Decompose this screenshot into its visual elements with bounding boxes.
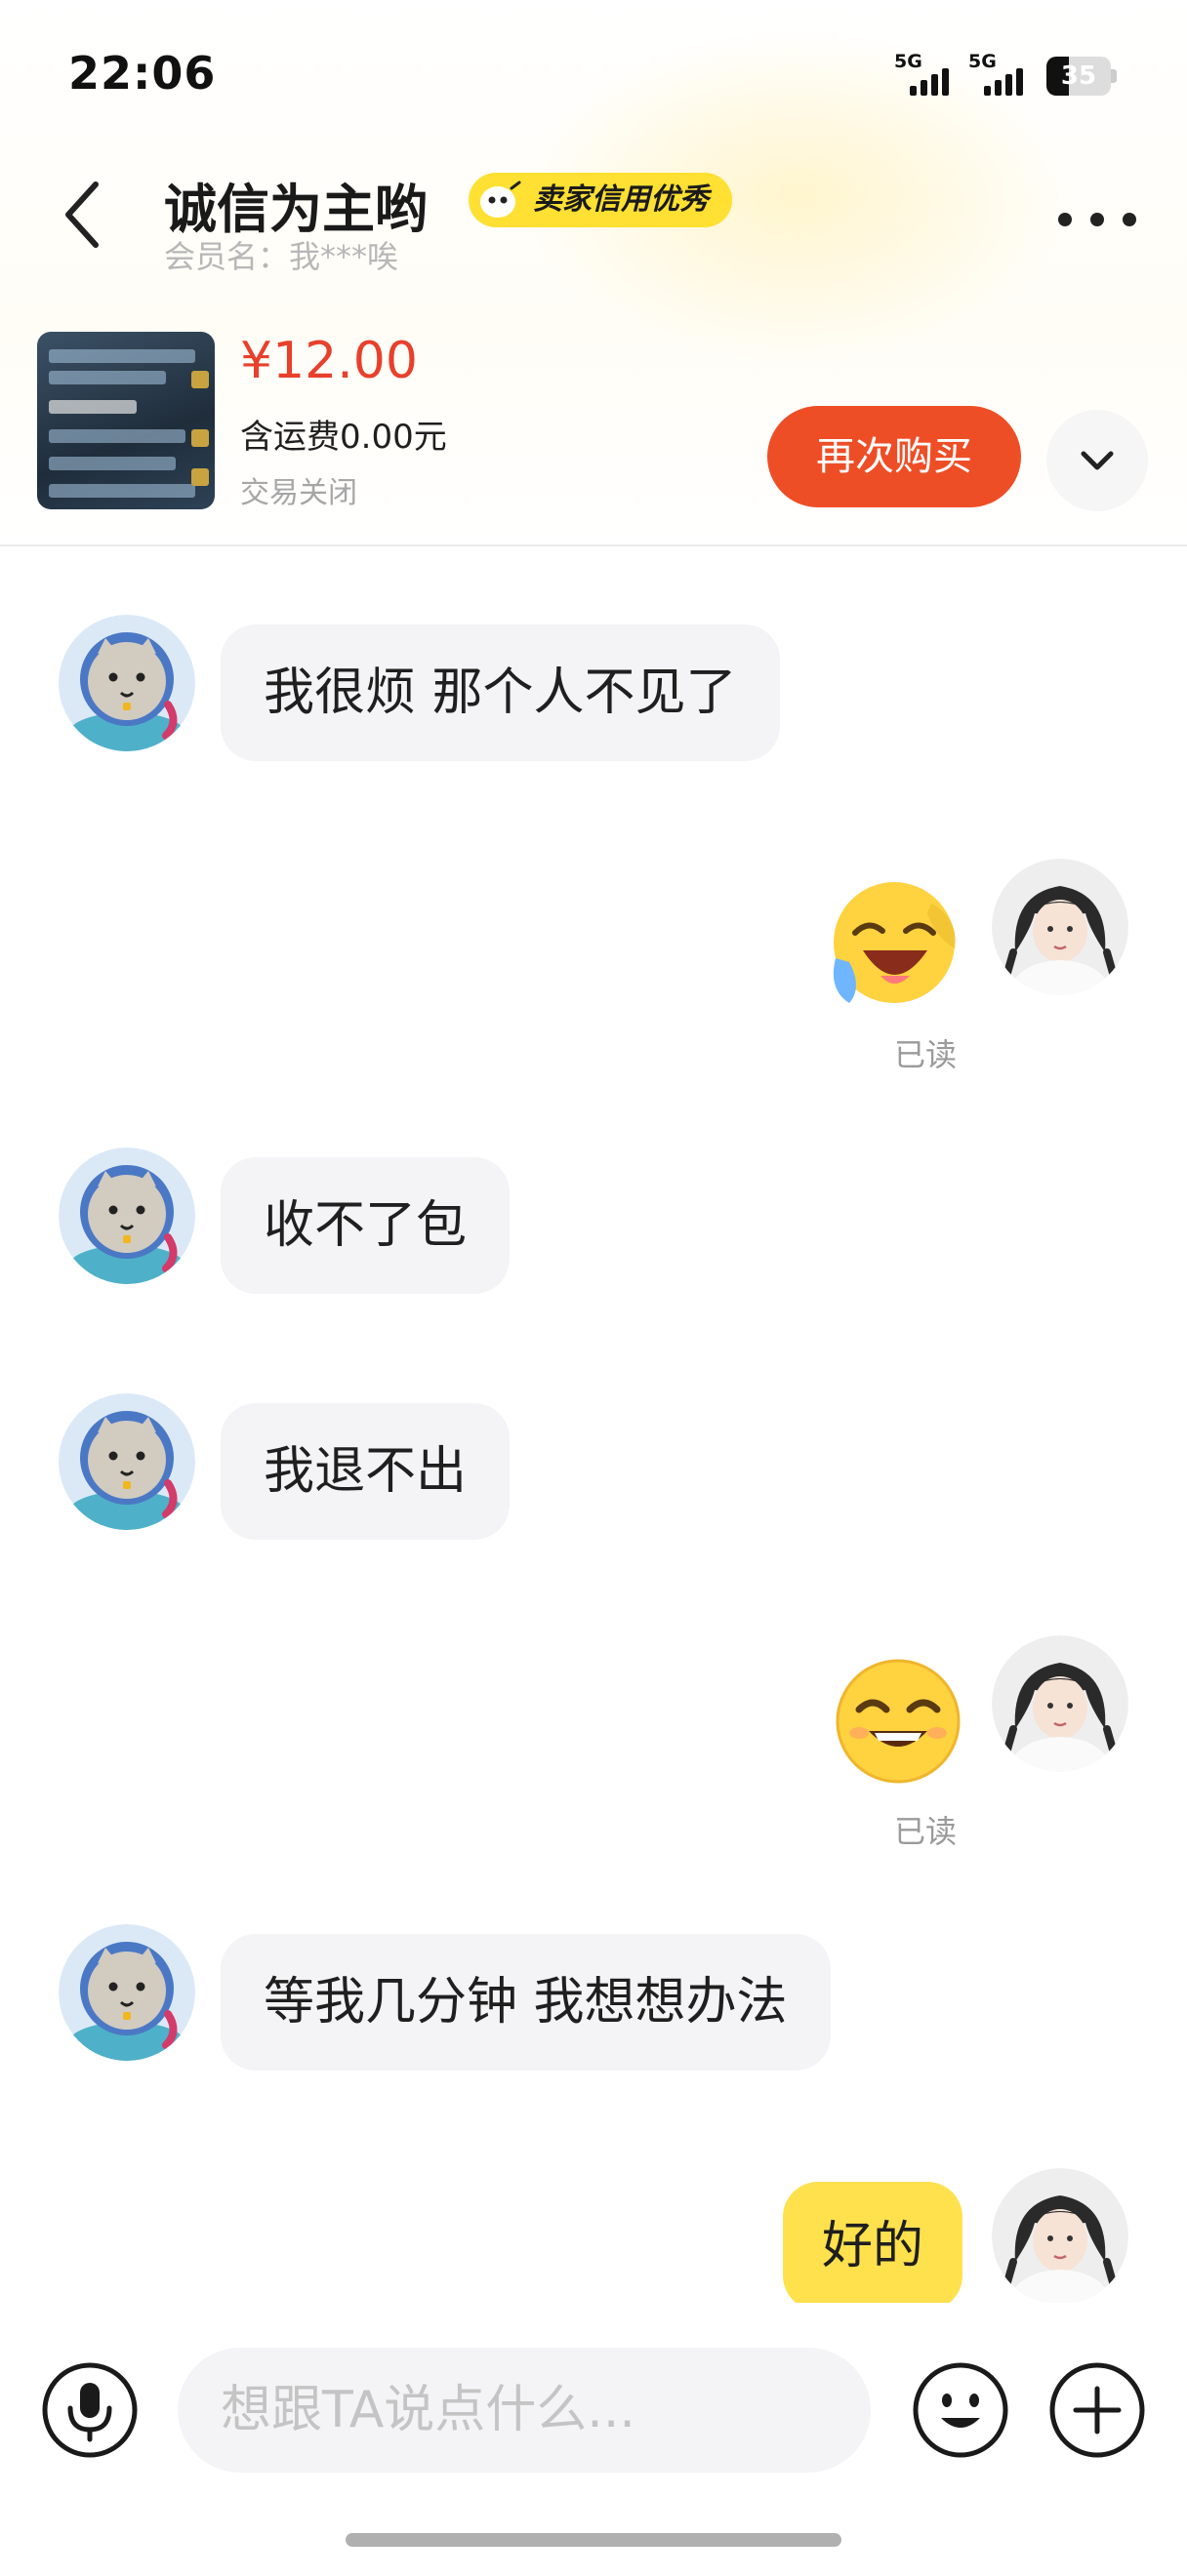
my-avatar[interactable] xyxy=(992,859,1128,995)
more-options-button[interactable] xyxy=(1058,205,1136,234)
seller-avatar[interactable] xyxy=(59,1924,195,2061)
chevron-left-icon xyxy=(65,181,99,248)
emoji-button[interactable] xyxy=(912,2361,1009,2459)
dot-icon xyxy=(1058,213,1072,226)
battery-icon: 35 xyxy=(1046,57,1117,96)
grinning-emoji xyxy=(836,1659,961,1784)
seller-credit-badge[interactable]: 卖家信用优秀 xyxy=(469,173,732,227)
back-button[interactable] xyxy=(51,176,113,254)
my-avatar[interactable] xyxy=(992,1635,1128,1772)
signal-icon: 5G xyxy=(894,51,962,96)
signal-icon: 5G xyxy=(968,51,1037,96)
message-input[interactable] xyxy=(178,2348,871,2473)
expand-button[interactable] xyxy=(1046,410,1148,511)
input-bar xyxy=(0,2303,1187,2488)
product-card[interactable]: ¥12.00 含运费0.00元 交易关闭 再次购买 xyxy=(0,322,1187,546)
dot-icon xyxy=(1123,213,1136,226)
dot-icon xyxy=(1090,213,1104,226)
clock: 22:06 xyxy=(68,47,217,100)
seller-avatar[interactable] xyxy=(59,1393,195,1530)
smiley-icon xyxy=(913,2362,1008,2458)
product-price: ¥12.00 xyxy=(240,332,418,390)
trade-status: 交易关闭 xyxy=(240,476,357,510)
seller-avatar[interactable] xyxy=(59,615,195,751)
badge-label: 卖家信用优秀 xyxy=(533,182,709,217)
more-actions-button[interactable] xyxy=(1048,2361,1146,2459)
seller-avatar[interactable] xyxy=(59,1147,195,1284)
my-message-bubble: 好的 xyxy=(782,2182,962,2311)
member-name: 会员名：我***唉 xyxy=(164,238,399,275)
chat-header: 诚信为主哟 卖家信用优秀 会员名：我***唉 xyxy=(0,146,1187,293)
seller-message-bubble: 等我几分钟 我想想办法 xyxy=(221,1934,831,2071)
home-indicator[interactable] xyxy=(346,2533,841,2547)
shipping-fee: 含运费0.00元 xyxy=(240,418,447,457)
mascot-icon xyxy=(480,181,521,218)
my-avatar[interactable] xyxy=(992,2168,1128,2305)
chevron-down-icon xyxy=(1081,451,1114,470)
rebuy-button[interactable]: 再次购买 xyxy=(767,406,1021,507)
voice-button[interactable] xyxy=(41,2361,139,2459)
read-receipt: 已读 xyxy=(894,1036,958,1073)
laughing-tears-emoji xyxy=(833,882,956,1003)
seller-message-bubble: 我很烦 那个人不见了 xyxy=(221,624,780,761)
read-receipt: 已读 xyxy=(894,1813,958,1850)
seller-message-bubble: 收不了包 xyxy=(221,1157,511,1294)
plus-icon xyxy=(1049,2362,1145,2458)
battery-level: 35 xyxy=(1060,61,1097,91)
microphone-icon xyxy=(42,2362,138,2458)
product-thumbnail[interactable] xyxy=(37,332,215,509)
status-bar: 22:06 5G 5G 35 xyxy=(0,0,1187,146)
seller-message-bubble: 我退不出 xyxy=(221,1403,511,1540)
